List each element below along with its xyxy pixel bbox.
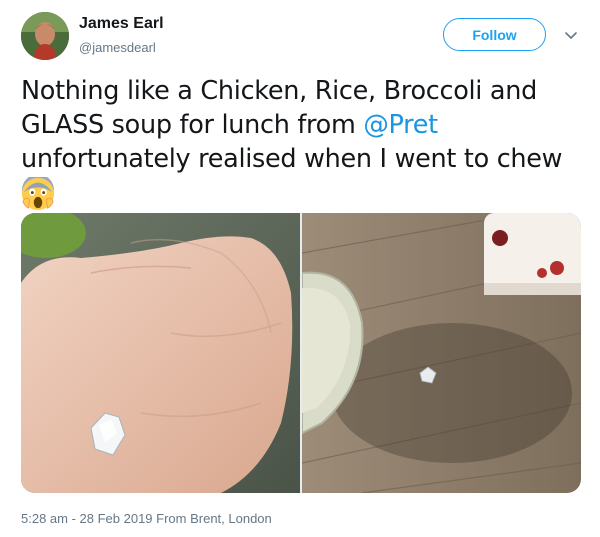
face-screaming-in-fear-icon [21, 177, 55, 211]
tweet-text: Nothing like a Chicken, Rice, Broccoli a… [21, 74, 581, 211]
display-name[interactable]: James Earl [79, 15, 164, 33]
user-handle[interactable]: @jamesdearl [79, 40, 156, 55]
profile-photo [21, 12, 69, 60]
timestamp[interactable]: 5:28 am - 28 Feb 2019 From Brent, London [21, 511, 272, 526]
mention-link[interactable]: @Pret [363, 110, 438, 140]
glass-shard-on-table-photo[interactable] [302, 213, 581, 493]
media-grid [21, 213, 581, 493]
chevron-down-icon[interactable] [563, 27, 579, 43]
hand-holding-glass-shard-photo[interactable] [21, 213, 300, 493]
follow-button[interactable]: Follow [443, 18, 546, 51]
avatar[interactable] [21, 12, 69, 60]
tweet-text-part: Nothing like a Chicken, Rice, Broccoli a… [21, 76, 537, 140]
tweet-text-part: unfortunately realised when I went to ch… [21, 144, 563, 174]
